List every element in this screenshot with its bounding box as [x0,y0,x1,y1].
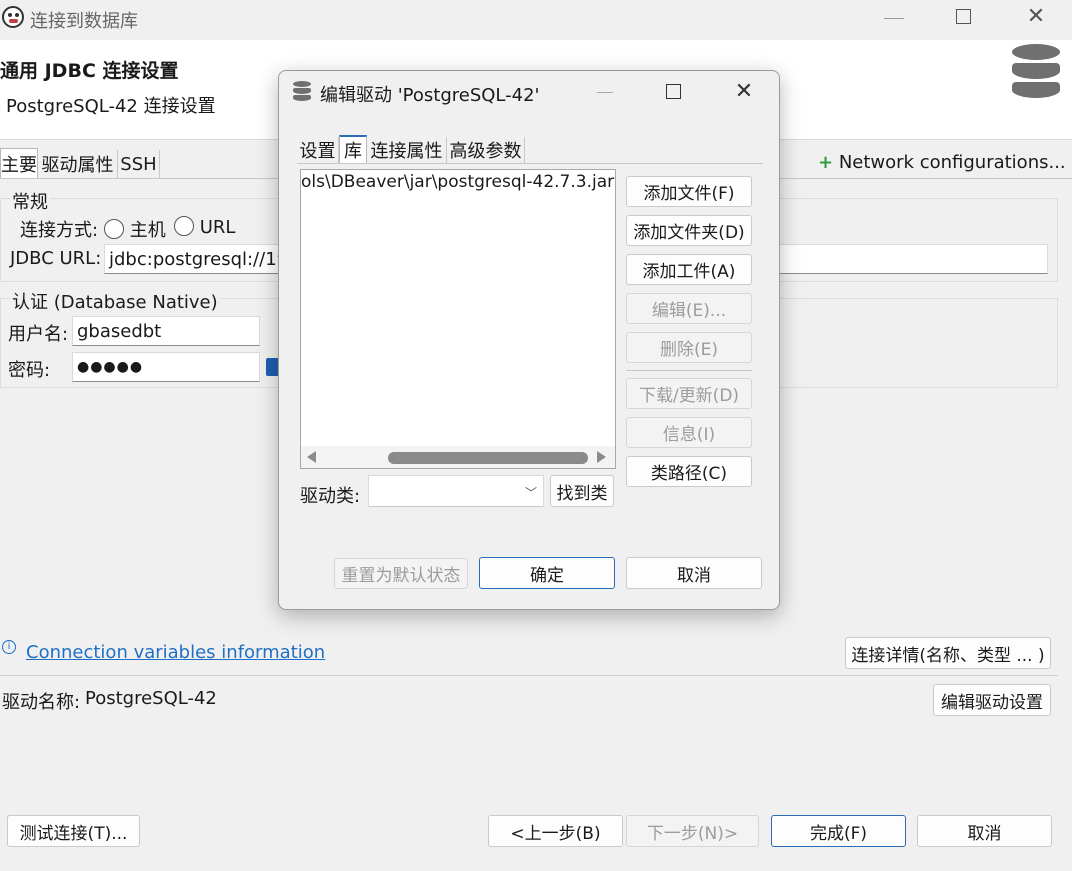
dialog-cancel-button[interactable]: 取消 [626,557,762,589]
dialog-tab-libraries[interactable]: 库 [339,135,367,163]
separator-line [0,675,1058,676]
library-list[interactable]: ols\DBeaver\jar\postgresql-42.7.3.jar [300,169,616,469]
edit-driver-dialog: 编辑驱动 'PostgreSQL-42' ✕ 设置 库 连接属性 高级参数 ol… [278,70,780,610]
header-subtitle: PostgreSQL-42 连接设置 [6,96,216,117]
window-title: 连接到数据库 [30,11,138,32]
next-button[interactable]: 下一步(N)> [626,815,759,847]
driver-name-value: PostgreSQL-42 [85,688,217,709]
username-input[interactable]: gbasedbt [72,316,260,346]
tab-driver-properties[interactable]: 驱动属性 [38,150,118,178]
finish-button[interactable]: 完成(F) [771,815,906,847]
chevron-down-icon: ﹀ [525,486,538,500]
app-icon [2,6,24,28]
library-list-item[interactable]: ols\DBeaver\jar\postgresql-42.7.3.jar [301,172,614,192]
radio-url[interactable]: URL [174,216,235,238]
radio-url-circle[interactable] [174,216,194,236]
main-cancel-button[interactable]: 取消 [917,815,1052,847]
edit-library-button[interactable]: 编辑(E)... [626,293,752,324]
dialog-tab-connection-properties[interactable]: 连接属性 [367,137,447,163]
delete-library-button[interactable]: 删除(E) [626,332,752,363]
connection-details-button[interactable]: 连接详情(名称、类型 ... ) [845,637,1051,669]
test-connection-button[interactable]: 测试连接(T)... [7,815,140,847]
dialog-title: 编辑驱动 'PostgreSQL-42' [320,85,540,106]
dialog-database-icon [293,81,311,101]
dialog-tab-settings[interactable]: 设置 [297,137,339,163]
dialog-minimize-icon[interactable] [597,92,613,93]
add-file-button[interactable]: 添加文件(F) [626,176,752,207]
plus-icon: + [818,152,834,173]
driver-class-label: 驱动类: [300,486,361,507]
minimize-icon[interactable] [884,18,904,19]
general-group-title: 常规 [10,188,50,214]
radio-host[interactable]: 主机 [104,216,166,242]
find-class-button[interactable]: 找到类 [550,475,614,507]
dialog-close-icon[interactable]: ✕ [732,79,756,105]
tab-ssh[interactable]: SSH [118,150,160,178]
radio-host-label: 主机 [129,220,166,241]
button-separator [626,370,752,371]
dialog-maximize-icon[interactable] [666,84,681,99]
username-label: 用户名: [8,324,69,345]
database-icon [1012,44,1060,98]
driver-name-label: 驱动名称: [2,692,81,713]
radio-url-label: URL [199,217,236,238]
jdbc-url-label: JDBC URL: [10,248,102,269]
info-button[interactable]: 信息(I) [626,417,752,448]
dialog-tab-advanced[interactable]: 高级参数 [447,137,525,163]
back-button[interactable]: <上一步(B) [488,815,623,847]
auth-group-title: 认证 (Database Native) [10,288,220,314]
horizontal-scrollbar[interactable] [301,446,615,468]
dialog-ok-button[interactable]: 确定 [479,557,615,589]
title-bar: 连接到数据库 ✕ [0,0,1072,40]
edit-driver-settings-button[interactable]: 编辑驱动设置 [933,684,1051,716]
classpath-button[interactable]: 类路径(C) [626,456,752,487]
info-icon: i [2,640,16,654]
radio-host-circle[interactable] [104,219,124,239]
dialog-tab-line [297,163,763,164]
network-configurations-label: Network configurations... [838,152,1066,173]
maximize-icon[interactable] [956,9,971,24]
network-configurations-link[interactable]: + Network configurations... [818,152,1066,173]
reset-default-button[interactable]: 重置为默认状态 [334,558,468,589]
scroll-right-icon[interactable] [597,451,606,463]
close-icon[interactable]: ✕ [1024,4,1048,30]
header-title: 通用 JDBC 连接设置 [0,60,179,82]
tab-main[interactable]: 主要 [0,148,38,178]
scrollbar-thumb[interactable] [388,452,588,464]
driver-class-select[interactable]: ﹀ [368,475,544,507]
scroll-left-icon[interactable] [307,451,316,463]
password-label: 密码: [8,360,51,381]
connection-variables-link[interactable]: Connection variables information [26,642,325,663]
add-artifact-button[interactable]: 添加工件(A) [626,254,752,285]
connect-method-label: 连接方式: [20,220,99,241]
password-input[interactable]: ●●●●● [72,352,260,382]
download-update-button[interactable]: 下载/更新(D) [626,378,752,409]
add-folder-button[interactable]: 添加文件夹(D) [626,215,752,246]
